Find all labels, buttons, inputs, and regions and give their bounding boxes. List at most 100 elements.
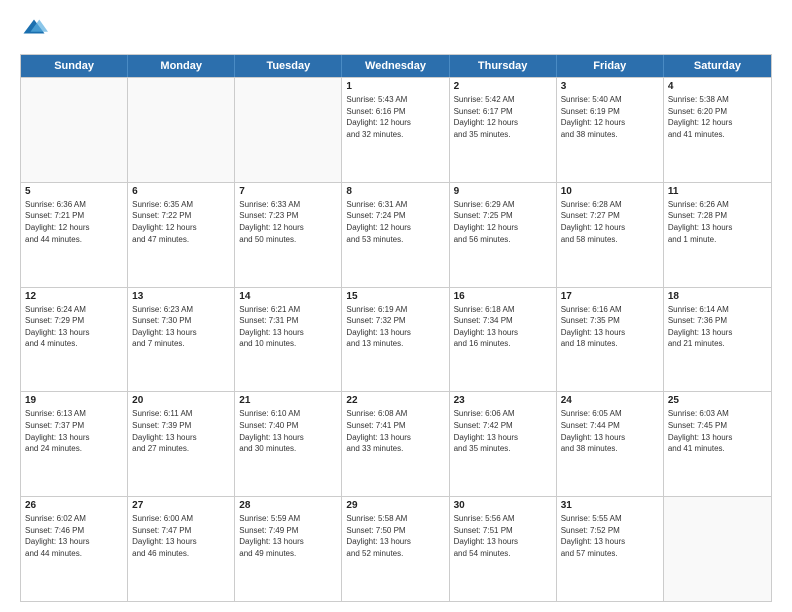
day-number: 11 <box>668 186 767 197</box>
day-info: Sunrise: 6:14 AM Sunset: 7:36 PM Dayligh… <box>668 304 767 350</box>
logo <box>20 16 52 44</box>
day-number: 6 <box>132 186 230 197</box>
calendar-day-cell: 12Sunrise: 6:24 AM Sunset: 7:29 PM Dayli… <box>21 288 128 392</box>
calendar-day-cell: 11 Sunrise: 6:26 AM Sunset: 7:28 PM Dayli… <box>664 183 771 287</box>
day-number: 8 <box>346 186 444 197</box>
weekday-header: Thursday <box>450 55 557 77</box>
weekday-header: Monday <box>128 55 235 77</box>
weekday-header: Wednesday <box>342 55 449 77</box>
day-number: 13 <box>132 291 230 302</box>
day-info: Sunrise: 6:29 AM Sunset: 7:25 PM Dayligh… <box>454 199 552 245</box>
calendar-day-cell: 8Sunrise: 6:31 AM Sunset: 7:24 PM Daylig… <box>342 183 449 287</box>
weekday-header: Sunday <box>21 55 128 77</box>
day-number: 14 <box>239 291 337 302</box>
calendar-day-cell: 22 Sunrise: 6:08 AM Sunset: 7:41 PM Dayli… <box>342 392 449 496</box>
day-number: 25 <box>668 395 767 406</box>
calendar-day-cell: 1 Sunrise: 5:43 AM Sunset: 6:16 PM Daylig… <box>342 78 449 182</box>
calendar-day-cell: 29 Sunrise: 5:58 AM Sunset: 7:50 PM Dayli… <box>342 497 449 601</box>
calendar: SundayMondayTuesdayWednesdayThursdayFrid… <box>20 54 772 602</box>
day-info: Sunrise: 6:24 AM Sunset: 7:29 PM Dayligh… <box>25 304 123 350</box>
calendar-day-cell: 5Sunrise: 6:36 AM Sunset: 7:21 PM Daylig… <box>21 183 128 287</box>
day-number: 18 <box>668 291 767 302</box>
day-info: Sunrise: 6:18 AM Sunset: 7:34 PM Dayligh… <box>454 304 552 350</box>
day-number: 29 <box>346 500 444 511</box>
calendar-day-cell: 9 Sunrise: 6:29 AM Sunset: 7:25 PM Daylig… <box>450 183 557 287</box>
day-number: 27 <box>132 500 230 511</box>
day-number: 16 <box>454 291 552 302</box>
calendar-row: 26 Sunrise: 6:02 AM Sunset: 7:46 PM Dayli… <box>21 496 771 601</box>
day-number: 30 <box>454 500 552 511</box>
calendar-day-cell: 30 Sunrise: 5:56 AM Sunset: 7:51 PM Dayli… <box>450 497 557 601</box>
day-number: 28 <box>239 500 337 511</box>
calendar-day-cell: 31Sunrise: 5:55 AM Sunset: 7:52 PM Dayli… <box>557 497 664 601</box>
day-number: 23 <box>454 395 552 406</box>
day-number: 1 <box>346 81 444 92</box>
day-number: 21 <box>239 395 337 406</box>
day-info: Sunrise: 5:40 AM Sunset: 6:19 PM Dayligh… <box>561 94 659 140</box>
calendar-day-cell: 15 Sunrise: 6:19 AM Sunset: 7:32 PM Dayli… <box>342 288 449 392</box>
calendar-row: 1 Sunrise: 5:43 AM Sunset: 6:16 PM Daylig… <box>21 77 771 182</box>
day-number: 7 <box>239 186 337 197</box>
day-info: Sunrise: 6:13 AM Sunset: 7:37 PM Dayligh… <box>25 408 123 454</box>
day-info: Sunrise: 6:21 AM Sunset: 7:31 PM Dayligh… <box>239 304 337 350</box>
calendar-day-cell: 6Sunrise: 6:35 AM Sunset: 7:22 PM Daylig… <box>128 183 235 287</box>
calendar-empty-cell <box>128 78 235 182</box>
calendar-day-cell: 25 Sunrise: 6:03 AM Sunset: 7:45 PM Dayli… <box>664 392 771 496</box>
calendar-body: 1 Sunrise: 5:43 AM Sunset: 6:16 PM Daylig… <box>21 77 771 601</box>
calendar-empty-cell <box>21 78 128 182</box>
calendar-empty-cell <box>664 497 771 601</box>
day-number: 15 <box>346 291 444 302</box>
day-info: Sunrise: 5:56 AM Sunset: 7:51 PM Dayligh… <box>454 513 552 559</box>
day-info: Sunrise: 6:33 AM Sunset: 7:23 PM Dayligh… <box>239 199 337 245</box>
day-info: Sunrise: 6:08 AM Sunset: 7:41 PM Dayligh… <box>346 408 444 454</box>
day-info: Sunrise: 6:10 AM Sunset: 7:40 PM Dayligh… <box>239 408 337 454</box>
day-info: Sunrise: 6:11 AM Sunset: 7:39 PM Dayligh… <box>132 408 230 454</box>
calendar-day-cell: 23Sunrise: 6:06 AM Sunset: 7:42 PM Dayli… <box>450 392 557 496</box>
day-info: Sunrise: 6:36 AM Sunset: 7:21 PM Dayligh… <box>25 199 123 245</box>
day-info: Sunrise: 5:58 AM Sunset: 7:50 PM Dayligh… <box>346 513 444 559</box>
calendar-row: 5Sunrise: 6:36 AM Sunset: 7:21 PM Daylig… <box>21 182 771 287</box>
day-number: 4 <box>668 81 767 92</box>
day-number: 2 <box>454 81 552 92</box>
calendar-day-cell: 28Sunrise: 5:59 AM Sunset: 7:49 PM Dayli… <box>235 497 342 601</box>
calendar-day-cell: 14 Sunrise: 6:21 AM Sunset: 7:31 PM Dayli… <box>235 288 342 392</box>
calendar-day-cell: 26 Sunrise: 6:02 AM Sunset: 7:46 PM Dayli… <box>21 497 128 601</box>
calendar-day-cell: 18 Sunrise: 6:14 AM Sunset: 7:36 PM Dayli… <box>664 288 771 392</box>
day-number: 17 <box>561 291 659 302</box>
header <box>20 16 772 44</box>
calendar-row: 19Sunrise: 6:13 AM Sunset: 7:37 PM Dayli… <box>21 391 771 496</box>
day-number: 9 <box>454 186 552 197</box>
weekday-header: Friday <box>557 55 664 77</box>
calendar-day-cell: 20 Sunrise: 6:11 AM Sunset: 7:39 PM Dayli… <box>128 392 235 496</box>
day-info: Sunrise: 5:43 AM Sunset: 6:16 PM Dayligh… <box>346 94 444 140</box>
calendar-day-cell: 13 Sunrise: 6:23 AM Sunset: 7:30 PM Dayli… <box>128 288 235 392</box>
day-info: Sunrise: 6:26 AM Sunset: 7:28 PM Dayligh… <box>668 199 767 245</box>
calendar-day-cell: 24Sunrise: 6:05 AM Sunset: 7:44 PM Dayli… <box>557 392 664 496</box>
day-number: 26 <box>25 500 123 511</box>
page: SundayMondayTuesdayWednesdayThursdayFrid… <box>0 0 792 612</box>
calendar-day-cell: 21 Sunrise: 6:10 AM Sunset: 7:40 PM Dayli… <box>235 392 342 496</box>
day-number: 20 <box>132 395 230 406</box>
day-info: Sunrise: 6:16 AM Sunset: 7:35 PM Dayligh… <box>561 304 659 350</box>
day-info: Sunrise: 6:19 AM Sunset: 7:32 PM Dayligh… <box>346 304 444 350</box>
logo-icon <box>20 16 48 44</box>
day-info: Sunrise: 6:23 AM Sunset: 7:30 PM Dayligh… <box>132 304 230 350</box>
day-number: 10 <box>561 186 659 197</box>
day-info: Sunrise: 6:02 AM Sunset: 7:46 PM Dayligh… <box>25 513 123 559</box>
day-info: Sunrise: 6:03 AM Sunset: 7:45 PM Dayligh… <box>668 408 767 454</box>
day-number: 3 <box>561 81 659 92</box>
day-number: 31 <box>561 500 659 511</box>
day-number: 22 <box>346 395 444 406</box>
weekday-header: Saturday <box>664 55 771 77</box>
calendar-header-row: SundayMondayTuesdayWednesdayThursdayFrid… <box>21 55 771 77</box>
calendar-day-cell: 16 Sunrise: 6:18 AM Sunset: 7:34 PM Dayli… <box>450 288 557 392</box>
day-info: Sunrise: 6:00 AM Sunset: 7:47 PM Dayligh… <box>132 513 230 559</box>
calendar-day-cell: 4 Sunrise: 5:38 AM Sunset: 6:20 PM Daylig… <box>664 78 771 182</box>
day-info: Sunrise: 5:38 AM Sunset: 6:20 PM Dayligh… <box>668 94 767 140</box>
calendar-day-cell: 10Sunrise: 6:28 AM Sunset: 7:27 PM Dayli… <box>557 183 664 287</box>
calendar-day-cell: 7 Sunrise: 6:33 AM Sunset: 7:23 PM Daylig… <box>235 183 342 287</box>
day-info: Sunrise: 5:42 AM Sunset: 6:17 PM Dayligh… <box>454 94 552 140</box>
calendar-row: 12Sunrise: 6:24 AM Sunset: 7:29 PM Dayli… <box>21 287 771 392</box>
calendar-day-cell: 17 Sunrise: 6:16 AM Sunset: 7:35 PM Dayli… <box>557 288 664 392</box>
calendar-day-cell: 27 Sunrise: 6:00 AM Sunset: 7:47 PM Dayli… <box>128 497 235 601</box>
